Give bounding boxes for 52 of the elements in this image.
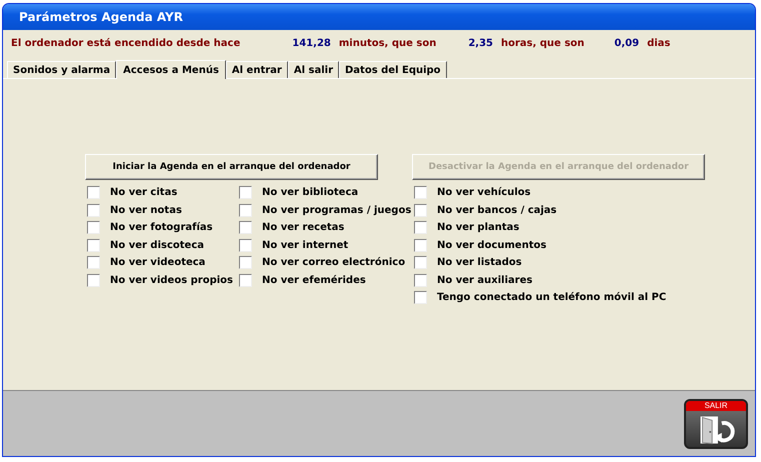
checkbox[interactable] [414,186,427,200]
tab[interactable]: Al entrar [226,61,288,78]
start-button[interactable]: Iniciar la Agenda en el arranque del ordenador [85,154,378,180]
checkbox[interactable] [239,274,252,287]
checkbox-label: No ver vehículos [437,187,531,198]
checkbox-label: No ver videoteca [110,257,206,268]
tab[interactable]: Al salir [288,61,339,78]
checkbox-label: No ver biblioteca [262,187,358,198]
checkbox[interactable] [414,274,427,287]
uptime-label: horas, que son [501,38,584,51]
checkbox-label: Tengo conectado un teléfono móvil al PC [437,292,666,304]
checkbox-label: No ver internet [262,240,348,251]
checkbox[interactable] [414,221,427,234]
uptime-value: 2,35 [468,38,493,51]
checkbox[interactable] [87,274,100,287]
checkbox[interactable] [87,204,100,217]
uptime-value: 0,09 [614,38,640,51]
tab[interactable]: Datos del Equipo [339,61,447,78]
checkbox[interactable] [414,204,427,217]
checkbox[interactable] [87,186,100,200]
checkbox[interactable] [239,186,252,200]
checkbox-label: No ver recetas [262,222,344,234]
checkbox-label: No ver auxiliares [437,274,532,286]
checkbox[interactable] [414,238,427,252]
checkbox[interactable] [239,256,252,270]
checkbox-label: No ver listados [437,257,522,268]
checkbox[interactable] [414,256,427,270]
checkbox[interactable] [239,204,252,217]
checkbox[interactable] [87,238,100,252]
checkbox-label: No ver programas / juegos [262,204,412,216]
uptime-label: El ordenador está encendido desde hace [11,38,240,51]
window-title: Parámetros Agenda AYR [19,10,183,24]
checkbox-label: No ver correo electrónico [262,257,406,268]
checkbox-label: No ver discoteca [110,240,204,251]
checkbox-label: No ver plantas [437,222,520,234]
checkbox[interactable] [239,238,252,252]
checkbox-label: No ver videos propios [110,274,233,286]
checkbox-label: No ver efemérides [262,274,366,286]
checkbox[interactable] [414,291,427,304]
uptime-label: minutos, que son [338,38,436,51]
tab[interactable]: Accesos a Menús [116,60,226,79]
checkbox[interactable] [239,221,252,234]
uptime-value: 141,28 [292,38,331,51]
checkbox[interactable] [87,256,100,270]
checkbox[interactable] [87,221,100,234]
checkbox-label: No ver citas [110,187,178,198]
checkbox-label: No ver documentos [437,240,546,251]
uptime-label: dias [647,38,670,51]
checkbox-label: No ver bancos / cajas [437,204,557,216]
checkbox-label: No ver notas [110,204,182,216]
exit-button[interactable]: SALIR [684,398,748,448]
checkbox-label: No ver fotografías [110,222,213,234]
